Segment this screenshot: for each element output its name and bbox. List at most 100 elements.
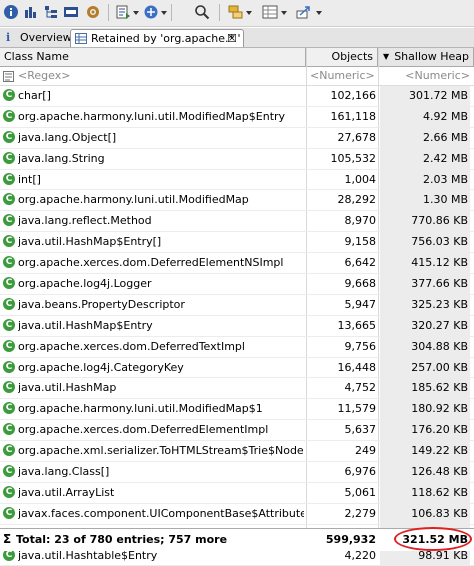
class-icon: C (3, 360, 15, 373)
calculate-retained-icon[interactable] (262, 4, 278, 20)
objects-cell: 9,756 (344, 339, 377, 353)
class-name-cell: java.lang.String (18, 151, 105, 165)
shallow-heap-cell: 756.03 KB (380, 232, 470, 253)
table-row[interactable]: Cjavax.faces.component.UIComponentBase$A… (0, 503, 474, 525)
table-row[interactable]: Corg.apache.xerces.dom.DeferredElementIm… (0, 420, 474, 442)
objects-cell: 105,532 (330, 151, 377, 165)
class-icon: C (3, 423, 15, 436)
shallow-heap-cell: 180.92 KB (380, 399, 470, 420)
shallow-heap-cell: 149.22 KB (380, 441, 470, 462)
shallow-heap-cell: 2.66 MB (380, 127, 470, 148)
table-row[interactable]: Cjava.lang.Object[] 27,678 2.66 MB (0, 127, 474, 149)
table-row[interactable]: Cjava.beans.PropertyDescriptor 5,947 325.2… (0, 294, 474, 316)
class-icon: C (3, 506, 15, 519)
info-icon[interactable] (3, 4, 19, 20)
column-header-shallow-heap-label: Shallow Heap (394, 50, 469, 63)
table-row[interactable]: Cjava.util.HashMap$Entry[] 9,158 756.03 KB (0, 232, 474, 254)
table-row[interactable]: Cjava.util.HashMap 4,752 185.62 KB (0, 378, 474, 400)
table-row[interactable]: Corg.apache.xml.serializer.ToHTMLStream$… (0, 441, 474, 463)
class-name-cell: org.apache.log4j.Logger (18, 277, 152, 291)
info-icon: i (6, 31, 11, 44)
table-row[interactable]: Corg.apache.log4j.Logger 9,668 377.66 KB (0, 274, 474, 295)
filter-row: <Regex> <Numeric> <Numeric> (0, 67, 474, 86)
table-row[interactable]: Corg.apache.xerces.dom.DeferredElementNS… (0, 253, 474, 275)
query-browser-icon[interactable] (143, 4, 159, 20)
editor-tab-bar: i Overview Retained by 'org.apache.* ' ☒ (0, 28, 474, 48)
export-icon[interactable] (296, 4, 312, 20)
heap-dump-icon[interactable] (85, 4, 101, 20)
objects-cell: 8,970 (344, 214, 377, 228)
class-icon: C (3, 89, 15, 101)
tab-overview[interactable]: i Overview (2, 29, 72, 46)
table-row[interactable]: Cint[] 1,004 2.03 MB (0, 169, 474, 191)
objects-cell: 161,118 (330, 109, 377, 123)
dominator-tree-icon[interactable] (43, 4, 59, 20)
table-row[interactable]: Cchar[] 102,166 301.72 MB (0, 86, 474, 107)
search-icon[interactable] (194, 4, 210, 20)
tab-retained-set-label: Retained by 'org.apache.* ' (91, 32, 241, 45)
filter-icon (3, 71, 14, 82)
class-icon: C (3, 485, 15, 498)
table-row[interactable]: Cjava.lang.reflect.Method 8,970 770.86 KB (0, 211, 474, 233)
tab-retained-set[interactable]: Retained by 'org.apache.* ' ☒ (70, 29, 244, 47)
histogram-icon[interactable] (23, 4, 39, 20)
table-row[interactable]: Cjava.util.ArrayList 5,061 118.62 KB (0, 482, 474, 504)
class-name-cell: org.apache.harmony.luni.util.ModifiedMap… (18, 402, 263, 416)
class-icon: C (3, 109, 15, 122)
shallow-heap-cell: 415.12 KB (380, 253, 470, 274)
objects-cell: 9,668 (344, 277, 377, 291)
class-name-cell: int[] (18, 172, 41, 186)
table-row[interactable]: Corg.apache.xerces.dom.DeferredTextImpl 9… (0, 336, 474, 358)
shallow-heap-cell: 325.23 KB (380, 294, 470, 315)
table-row[interactable]: Cjava.lang.Class[] 6,976 126.48 KB (0, 462, 474, 483)
shallow-heap-cell: 118.62 KB (380, 482, 470, 503)
objects-filter-input[interactable]: <Numeric> (306, 67, 378, 85)
column-header-shallow-heap[interactable]: ▼ Shallow Heap (378, 48, 474, 66)
table-row[interactable]: Cjava.util.HashMap$Entry 13,665 320.27 KB (0, 315, 474, 337)
class-icon: C (3, 318, 15, 331)
shallow-heap-cell: 176.20 KB (380, 420, 470, 441)
tab-overview-label: Overview (20, 31, 72, 44)
class-name-cell: org.apache.harmony.luni.util.ModifiedMap… (18, 109, 286, 123)
table-row[interactable]: Cjava.lang.String 105,532 2.42 MB (0, 148, 474, 170)
class-icon: C (3, 297, 15, 310)
class-icon: C (3, 277, 15, 290)
class-name-cell: java.lang.reflect.Method (18, 214, 152, 228)
table-row[interactable]: Corg.apache.harmony.luni.util.ModifiedMa… (0, 399, 474, 421)
class-name-cell: java.util.HashMap$Entry (18, 318, 153, 332)
class-name-cell: java.util.ArrayList (18, 485, 115, 499)
class-name-cell: org.apache.xml.serializer.ToHTMLStream$T… (18, 444, 304, 458)
shallow-heap-filter-input[interactable]: <Numeric> (378, 67, 474, 85)
column-header-objects[interactable]: Objects (306, 48, 378, 66)
table-row[interactable]: Corg.apache.harmony.luni.util.ModifiedMa… (0, 106, 474, 128)
highlight-circle (394, 527, 472, 551)
class-name-cell: java.lang.Class[] (18, 465, 110, 479)
objects-cell: 2,279 (344, 506, 377, 520)
run-report-icon[interactable] (115, 4, 131, 20)
objects-cell: 4,752 (344, 381, 377, 395)
objects-cell: 27,678 (337, 130, 377, 144)
class-icon: C (3, 339, 15, 352)
group-by-icon[interactable] (228, 4, 244, 20)
table-header: Class Name Objects ▼ Shallow Heap (0, 48, 474, 67)
table-row[interactable]: Corg.apache.log4j.CategoryKey 16,448 257.0… (0, 357, 474, 379)
class-name-cell: java.util.HashMap$Entry[] (18, 235, 162, 249)
objects-cell: 102,166 (330, 89, 377, 102)
class-icon: C (3, 444, 15, 457)
shallow-heap-cell: 2.03 MB (380, 169, 470, 190)
oql-icon[interactable] (63, 4, 79, 20)
class-icon: C (3, 151, 15, 164)
objects-cell: 16,448 (337, 360, 377, 374)
class-icon: C (3, 130, 15, 143)
shallow-heap-cell: 1.30 MB (380, 190, 470, 211)
class-icon: C (3, 172, 15, 185)
objects-cell: 11,579 (337, 402, 377, 416)
objects-cell: 5,637 (344, 423, 377, 437)
class-name-filter-input[interactable]: <Regex> (14, 67, 306, 85)
close-icon[interactable]: ☒ (227, 30, 237, 47)
class-name-cell: org.apache.log4j.CategoryKey (18, 360, 184, 374)
column-header-class-name[interactable]: Class Name (0, 48, 306, 66)
table-row[interactable]: Corg.apache.harmony.luni.util.ModifiedMa… (0, 190, 474, 212)
class-table-body: Cchar[] 102,166 301.72 MB Corg.apache.harmo… (0, 86, 474, 566)
shallow-heap-cell: 2.42 MB (380, 148, 470, 169)
